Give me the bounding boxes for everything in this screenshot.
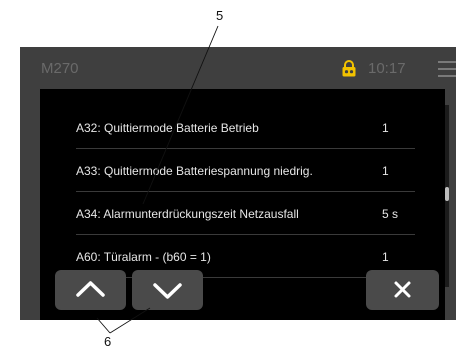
top-bar: M270 10:17 — [20, 47, 456, 89]
hamburger-menu-icon[interactable] — [438, 61, 456, 77]
parameter-label: A34: Alarmunterdrückungszeit Netzausfall — [76, 207, 299, 221]
device-name: M270 — [41, 60, 79, 77]
callout-line-6a — [96, 317, 111, 334]
clock: 10:17 — [368, 60, 406, 77]
parameter-value: 1 — [382, 121, 389, 135]
close-button[interactable] — [366, 270, 439, 310]
callout-label-5: 5 — [216, 8, 224, 23]
parameter-row-a33[interactable]: A33: Quittiermode Batteriespannung niedr… — [76, 148, 415, 192]
lock-icon[interactable] — [341, 60, 357, 77]
parameter-row-a34[interactable]: A34: Alarmunterdrückungszeit Netzausfall… — [76, 191, 415, 235]
chevron-up-icon — [76, 281, 105, 297]
parameter-value: 1 — [382, 250, 389, 264]
parameter-value: 5 s — [382, 207, 399, 221]
parameter-value: 1 — [382, 164, 389, 178]
close-icon — [394, 281, 411, 298]
chevron-down-icon — [153, 283, 182, 299]
scrollbar[interactable] — [445, 105, 449, 287]
scrollbar-thumb[interactable] — [445, 187, 449, 201]
callout-label-6: 6 — [104, 334, 112, 349]
parameter-label: A33: Quittiermode Batteriespannung niedr… — [76, 164, 313, 178]
scroll-up-button[interactable] — [55, 270, 126, 310]
device-screen: M270 10:17 A32: Quittiermode Batterie Be… — [20, 47, 456, 320]
parameter-label: A60: Türalarm - (b60 = 1) — [76, 250, 211, 264]
parameter-row-a32[interactable]: A32: Quittiermode Batterie Betrieb 1 — [76, 105, 415, 149]
parameter-label: A32: Quittiermode Batterie Betrieb — [76, 121, 259, 135]
parameter-row-a60[interactable]: A60: Türalarm - (b60 = 1) 1 — [76, 234, 415, 278]
scroll-down-button[interactable] — [132, 270, 203, 310]
